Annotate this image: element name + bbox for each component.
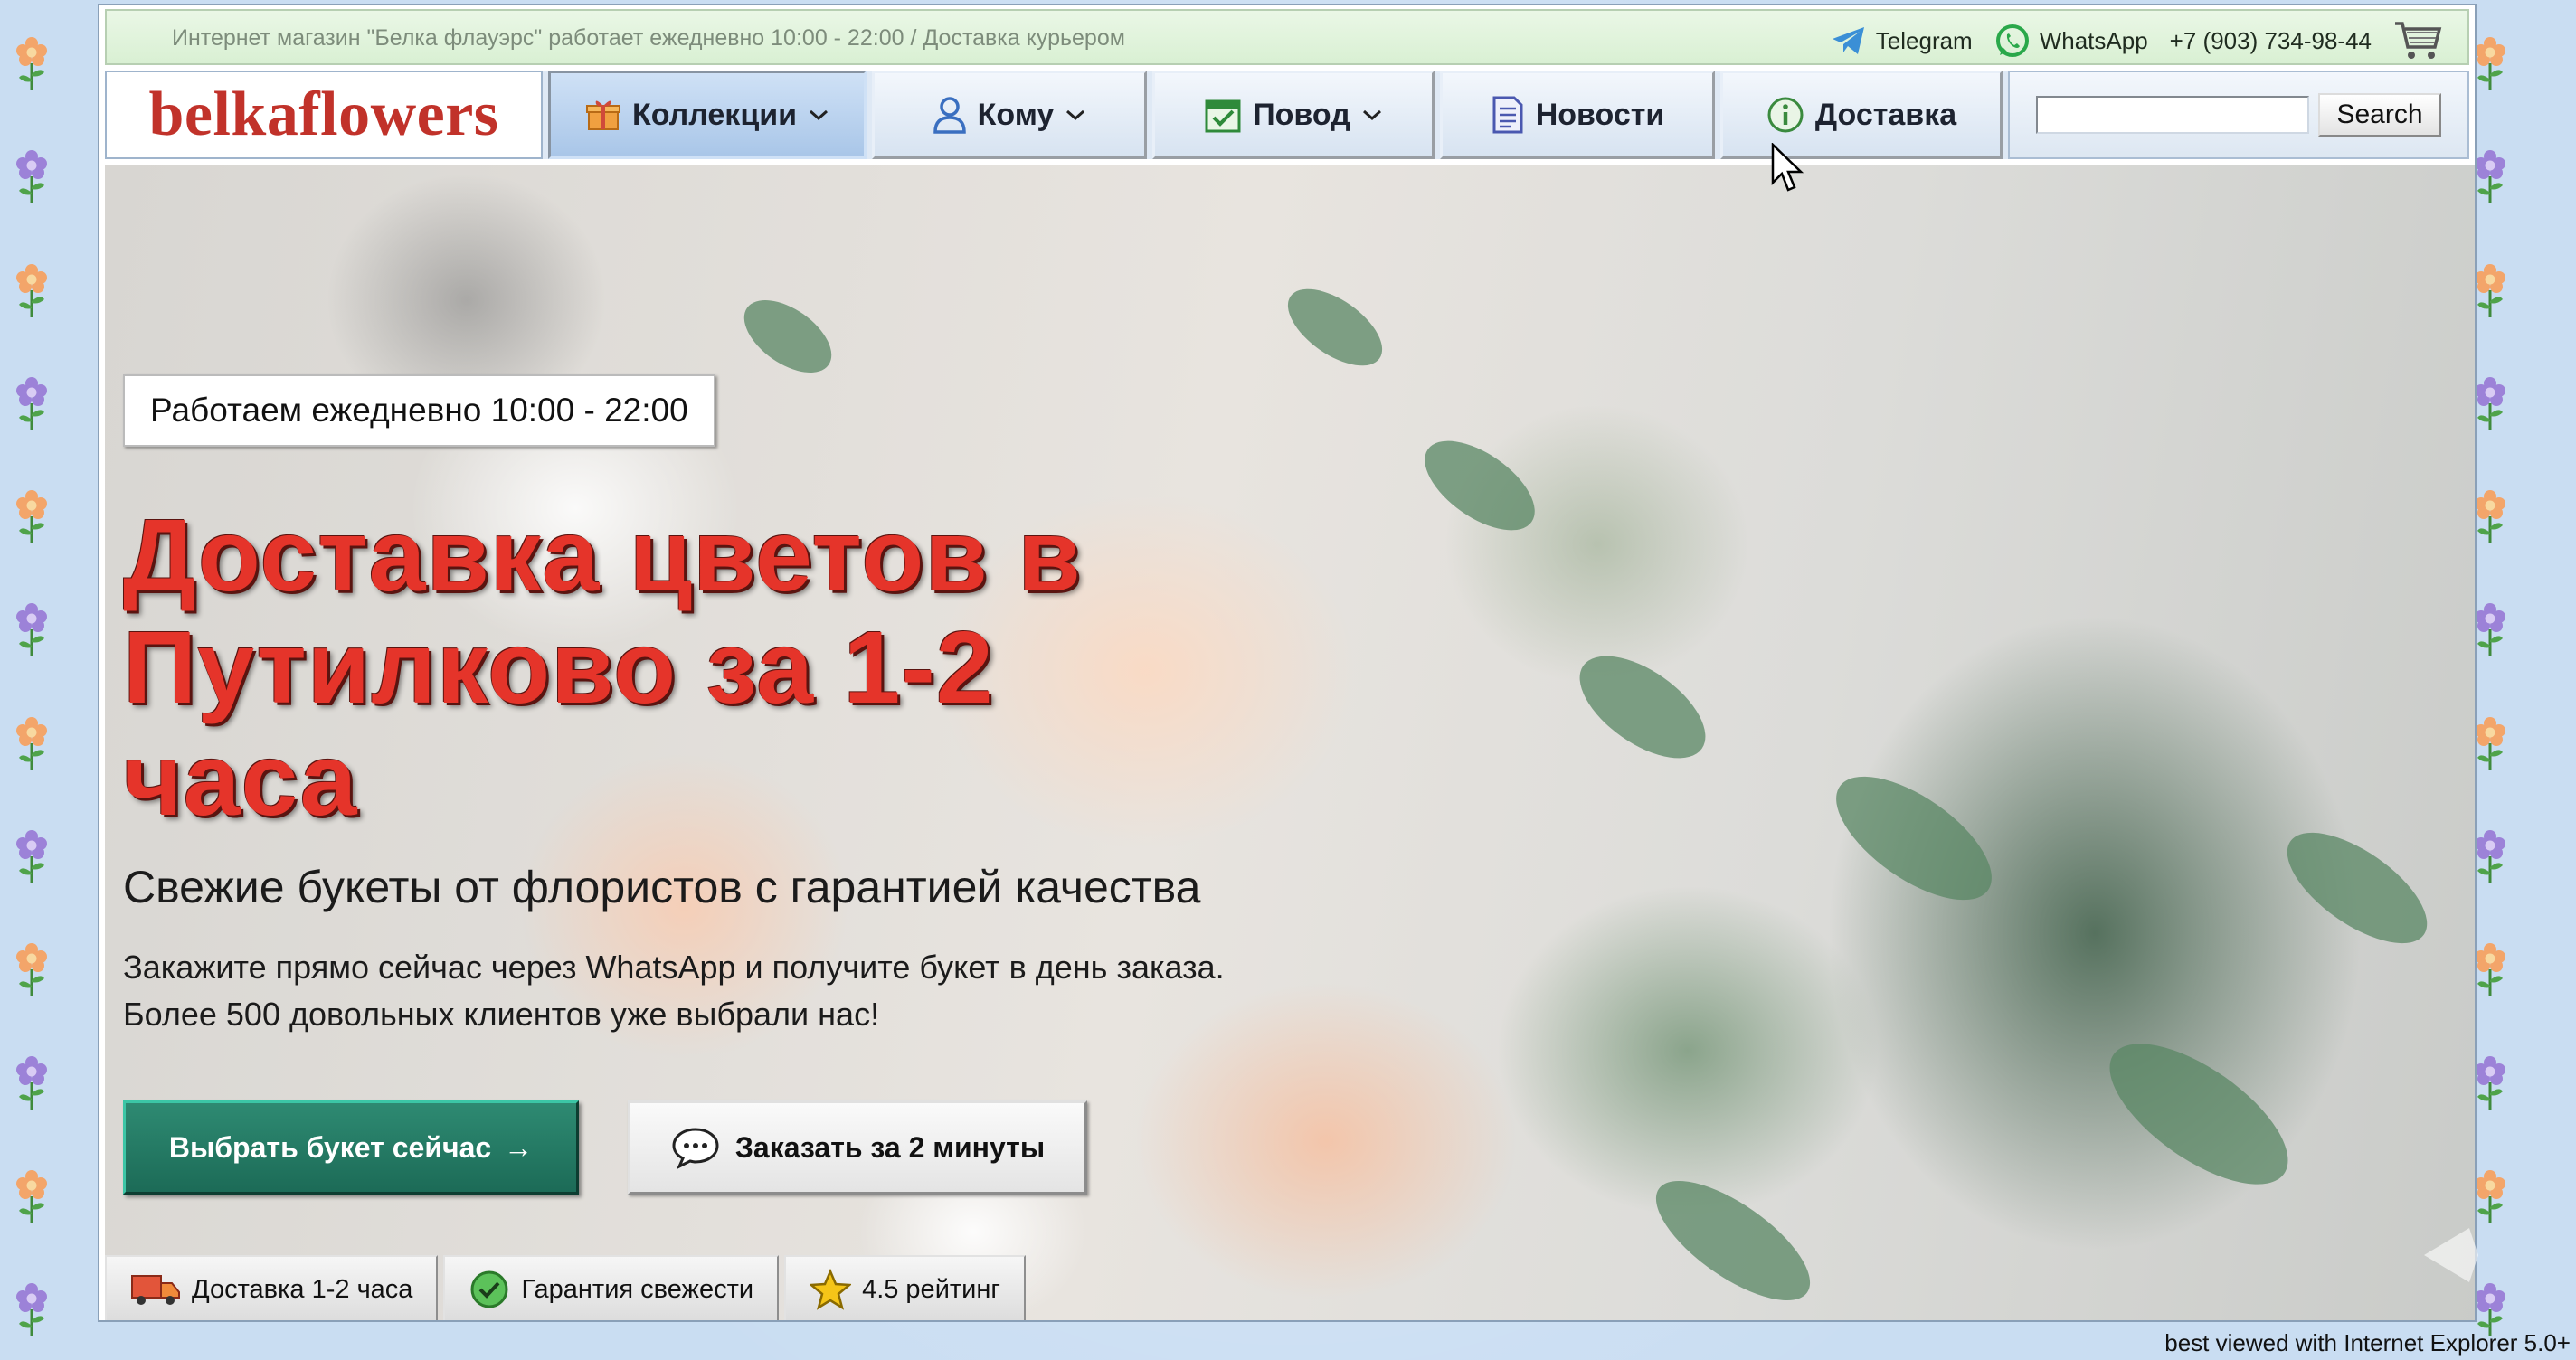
order-quick-label: Заказать за 2 минуты [734, 1130, 1046, 1164]
feature-badge-freshness: Гарантия свежести [443, 1255, 780, 1320]
chevron-down-icon [1066, 109, 1085, 121]
telegram-icon [1832, 27, 1864, 54]
gift-box-icon [585, 100, 620, 130]
logo-cell[interactable]: belkaflowers [105, 71, 543, 159]
choose-bouquet-button[interactable]: Выбрать букет сейчас → [123, 1100, 579, 1195]
leaf-decoration [2269, 811, 2445, 965]
leaf-decoration [2088, 1017, 2310, 1211]
flower-icon [12, 716, 52, 772]
document-icon [1492, 96, 1523, 134]
order-quick-button[interactable]: Заказать за 2 минуты [628, 1100, 1087, 1195]
nav-label-news: Новости [1535, 97, 1665, 132]
browser-note: best viewed with Internet Explorer 5.0+ [2164, 1329, 2571, 1356]
left-flower-border [0, 36, 63, 1338]
flower-icon [12, 376, 52, 432]
leaf-decoration [1638, 1158, 1828, 1320]
feature-label-rating: 4.5 рейтинг [862, 1274, 1000, 1304]
hours-badge: Работаем ежедневно 10:00 - 22:00 [123, 374, 715, 447]
leaf-decoration [1274, 274, 1396, 381]
choose-bouquet-label: Выбрать букет сейчас [168, 1130, 492, 1164]
chevron-down-icon [810, 109, 829, 121]
calendar-check-icon [1205, 99, 1241, 133]
flower-icon [12, 829, 52, 885]
leaf-decoration [731, 285, 845, 388]
truck-icon [131, 1275, 180, 1305]
decorative-arrow-icon [2424, 1228, 2478, 1282]
nav-item-news[interactable]: Новости [1440, 71, 1715, 159]
contacts: Telegram WhatsApp +7 (903) 734-98-44 [1831, 20, 2442, 61]
nav-label-delivery: Доставка [1814, 97, 1957, 132]
hero-description-line: Закажите прямо сейчас через WhatsApp и п… [123, 949, 1225, 986]
flower-icon [12, 489, 52, 545]
hero-banner: Работаем ежедневно 10:00 - 22:00 Доставк… [105, 165, 2475, 1320]
site-logo[interactable]: belkaflowers [148, 79, 498, 151]
flower-icon [12, 942, 52, 998]
star-icon [810, 1269, 852, 1310]
person-icon [933, 97, 966, 134]
hero-subheading: Свежие букеты от флористов с гарантией к… [123, 862, 1201, 912]
feature-badge-delivery: Доставка 1-2 часа [105, 1255, 439, 1320]
leaf-decoration [1562, 636, 1723, 779]
info-icon [1767, 97, 1804, 133]
whatsapp-label: WhatsApp [2039, 26, 2148, 54]
flower-icon [12, 263, 52, 319]
top-info-bar: Интернет магазин "Белка флауэрс" работае… [105, 9, 2469, 65]
chevron-down-icon [1362, 109, 1381, 121]
whatsapp-icon [1995, 24, 2029, 57]
cart-icon[interactable] [2393, 20, 2442, 61]
hero-description: Закажите прямо сейчас через WhatsApp и п… [123, 944, 1225, 1038]
nav-item-whom[interactable]: Кому [872, 71, 1147, 159]
whatsapp-link[interactable]: WhatsApp [1994, 23, 2148, 59]
feature-label-freshness: Гарантия свежести [521, 1274, 754, 1304]
nav-item-occasion[interactable]: Повод [1152, 71, 1435, 159]
check-circle-icon [470, 1270, 508, 1308]
nav-label-occasion: Повод [1253, 97, 1350, 132]
search-area: Search [2008, 71, 2469, 159]
mouse-cursor-icon [1771, 143, 1804, 192]
flower-icon [12, 602, 52, 658]
nav-item-delivery[interactable]: Доставка [1720, 71, 2003, 159]
hero-description-line: Более 500 довольных клиентов уже выбрали… [123, 996, 880, 1033]
search-input[interactable] [2036, 96, 2310, 134]
flower-icon [12, 1169, 52, 1225]
flower-icon [12, 1282, 52, 1338]
leaf-decoration [1816, 752, 2012, 924]
feature-badges: Доставка 1-2 часа Гарантия свежести 4.5 … [105, 1255, 1031, 1320]
feature-badge-rating: 4.5 рейтинг [784, 1255, 1026, 1320]
nav-label-whom: Кому [977, 97, 1055, 132]
chat-bubble-icon [672, 1128, 719, 1169]
hero-headline: Доставка цветов в Путилково за 1-2 часа [123, 498, 1082, 836]
flower-icon [12, 1055, 52, 1111]
flower-icon [12, 149, 52, 205]
nav-item-collections[interactable]: Коллекции [548, 71, 867, 159]
phone-number[interactable]: +7 (903) 734-98-44 [2170, 27, 2372, 55]
main-nav: belkaflowers Коллекции Кому Повод Новост… [105, 71, 2469, 159]
nav-label-collections: Коллекции [631, 97, 798, 132]
flower-icon [12, 36, 52, 92]
telegram-label: Telegram [1875, 26, 1973, 54]
feature-label-delivery: Доставка 1-2 часа [192, 1274, 413, 1304]
telegram-link[interactable]: Telegram [1831, 25, 1973, 56]
arrow-right-icon: → [504, 1130, 534, 1164]
store-info-text: Интернет магазин "Белка флауэрс" работае… [172, 25, 1125, 51]
leaf-decoration [1409, 423, 1550, 548]
search-button[interactable]: Search [2318, 93, 2441, 137]
page-frame: Интернет магазин "Белка флауэрс" работае… [98, 4, 2477, 1322]
